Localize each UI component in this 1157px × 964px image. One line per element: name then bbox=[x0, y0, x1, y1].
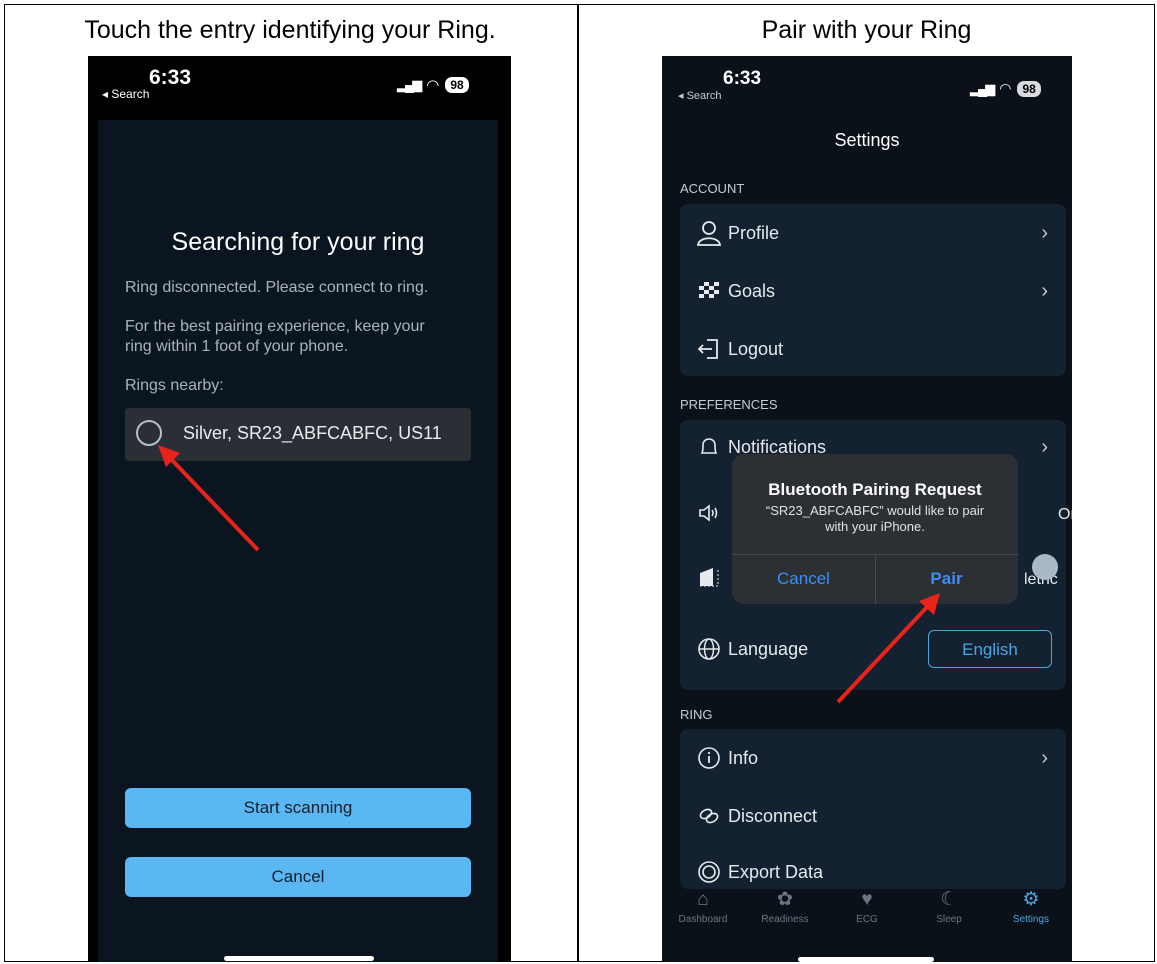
annotation-arrows bbox=[158, 445, 940, 704]
arrow-to-pair-button bbox=[836, 593, 940, 704]
arrow-to-ring-entry bbox=[158, 445, 260, 552]
